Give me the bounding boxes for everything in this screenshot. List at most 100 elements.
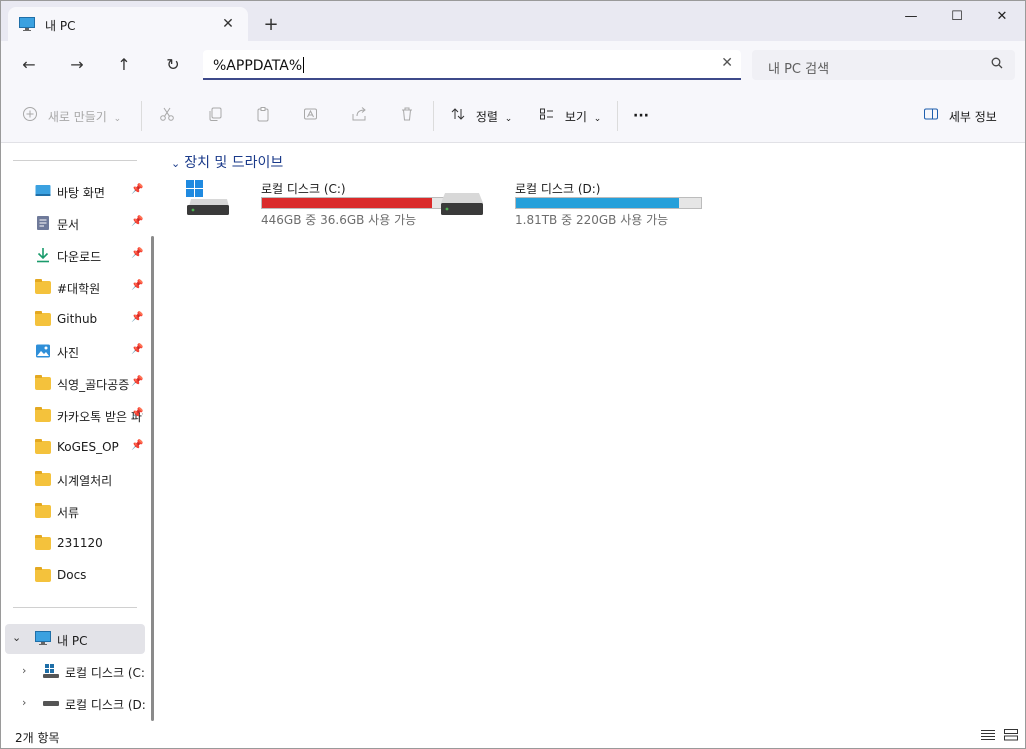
folder-icon xyxy=(35,471,51,487)
tiles-view-button[interactable] xyxy=(1004,729,1018,744)
search-box[interactable]: 내 PC 검색 xyxy=(752,50,1015,80)
folder-icon xyxy=(35,503,51,519)
chevron-down-icon: ⌄ xyxy=(593,113,602,124)
search-icon xyxy=(991,57,1003,73)
details-view-button[interactable] xyxy=(981,729,995,744)
delete-button[interactable] xyxy=(399,106,415,126)
new-tab-button[interactable]: + xyxy=(258,12,284,38)
pin-icon: 📌 xyxy=(131,184,144,195)
forward-button[interactable]: → xyxy=(61,51,93,79)
sidebar-item-pictures[interactable]: 사진 📌 xyxy=(1,336,146,366)
chevron-right-icon[interactable]: › xyxy=(22,696,26,709)
details-pane-button[interactable]: 세부 정보 xyxy=(923,106,997,126)
sidebar-item-drive-c[interactable]: › 로컬 디스크 (C:) xyxy=(1,656,146,686)
new-button[interactable]: 새로 만들기 ⌄ xyxy=(22,106,121,126)
divider xyxy=(13,160,137,161)
refresh-button[interactable]: ↻ xyxy=(157,51,189,79)
search-input[interactable]: 내 PC 검색 xyxy=(768,58,829,77)
sidebar-item-time-series[interactable]: 시계열처리 xyxy=(1,464,146,494)
drive-free-space: 1.81TB 중 220GB 사용 가능 xyxy=(515,213,669,227)
sidebar-item-github[interactable]: Github 📌 xyxy=(1,304,146,334)
up-button[interactable]: ↑ xyxy=(108,51,140,79)
address-bar[interactable]: %APPDATA% ✕ xyxy=(203,50,741,80)
view-label: 보기 xyxy=(564,109,587,124)
divider xyxy=(433,101,434,131)
pin-icon: 📌 xyxy=(131,344,144,355)
sidebar-item-documents-folder[interactable]: 서류 xyxy=(1,496,146,526)
sidebar-item-documents[interactable]: 문서 📌 xyxy=(1,208,146,238)
sort-button[interactable]: 정렬 ⌄ xyxy=(450,106,512,126)
view-button[interactable]: 보기 ⌄ xyxy=(539,106,601,126)
chevron-down-icon: ⌄ xyxy=(504,113,513,124)
sidebar-item-kakaotalk-files[interactable]: 카카오톡 받은 파일 📌 xyxy=(1,400,146,430)
pin-icon: 📌 xyxy=(131,248,144,259)
pictures-icon xyxy=(35,343,51,359)
drive-free-space: 446GB 중 36.6GB 사용 가능 xyxy=(261,213,417,227)
rename-button[interactable] xyxy=(303,106,319,126)
sidebar-scrollbar[interactable] xyxy=(151,236,154,721)
pin-icon: 📌 xyxy=(131,440,144,451)
details-view-icon xyxy=(981,730,995,744)
drive-icon xyxy=(43,695,59,711)
back-button[interactable]: ← xyxy=(13,51,45,79)
address-input[interactable]: %APPDATA% xyxy=(213,57,305,74)
details-label: 세부 정보 xyxy=(948,109,997,124)
sidebar-item-desktop[interactable]: 바탕 화면 📌 xyxy=(1,176,146,206)
new-label: 새로 만들기 xyxy=(47,109,107,124)
monitor-icon xyxy=(19,17,35,34)
pin-icon: 📌 xyxy=(131,408,144,419)
sidebar-item-downloads[interactable]: 다운로드 📌 xyxy=(1,240,146,270)
divider xyxy=(617,101,618,131)
folder-icon xyxy=(35,311,51,327)
scissors-icon xyxy=(159,106,175,128)
sidebar-item-drive-d[interactable]: › 로컬 디스크 (D:) xyxy=(1,688,146,718)
chevron-down-icon[interactable]: ⌄ xyxy=(12,631,21,644)
folder-icon xyxy=(35,407,51,423)
tab-close-button[interactable]: ✕ xyxy=(216,12,240,36)
folder-icon xyxy=(35,439,51,455)
copy-button[interactable] xyxy=(207,106,223,126)
drive-name: 로컬 디스크 (D:) xyxy=(515,182,601,196)
more-options-button[interactable]: ··· xyxy=(633,106,649,126)
sidebar-item-docs[interactable]: Docs xyxy=(1,560,146,590)
windows-drive-icon xyxy=(185,179,231,220)
group-header-devices[interactable]: ⌄ 장치 및 드라이브 xyxy=(171,152,283,172)
divider xyxy=(141,101,142,131)
folder-icon xyxy=(35,279,51,295)
cut-button[interactable] xyxy=(159,106,175,126)
details-pane-icon xyxy=(923,106,939,128)
plus-circle-icon xyxy=(22,106,38,128)
sidebar-item-graduate[interactable]: #대학원 📌 xyxy=(1,272,146,302)
folder-icon xyxy=(35,535,51,551)
sidebar-item-this-pc[interactable]: ⌄ 내 PC xyxy=(5,624,145,654)
storage-bar-fill xyxy=(262,198,432,208)
drive-item-d[interactable]: 로컬 디스크 (D:) 1.81TB 중 220GB 사용 가능 xyxy=(439,179,702,229)
copy-icon xyxy=(207,106,223,128)
close-window-button[interactable]: ✕ xyxy=(979,1,1025,33)
chevron-right-icon[interactable]: › xyxy=(22,664,26,677)
sidebar-item-koges-op[interactable]: KoGES_OP 📌 xyxy=(1,432,146,462)
paste-button[interactable] xyxy=(255,106,271,126)
trash-icon xyxy=(399,106,415,128)
folder-icon xyxy=(35,375,51,391)
desktop-icon xyxy=(35,183,51,199)
clear-address-button[interactable]: ✕ xyxy=(721,55,733,71)
chevron-down-icon: ⌄ xyxy=(113,113,122,124)
minimize-button[interactable]: — xyxy=(888,1,934,33)
text-caret xyxy=(303,57,305,73)
sidebar-item-231120[interactable]: 231120 xyxy=(1,528,146,558)
pin-icon: 📌 xyxy=(131,312,144,323)
chevron-down-icon: ⌄ xyxy=(171,157,181,170)
share-button[interactable] xyxy=(351,106,367,126)
monitor-icon xyxy=(35,631,51,647)
drive-item-c[interactable]: 로컬 디스크 (C:) 446GB 중 36.6GB 사용 가능 xyxy=(185,179,448,229)
clipboard-icon xyxy=(255,106,271,128)
pin-icon: 📌 xyxy=(131,376,144,387)
storage-bar xyxy=(515,197,702,209)
share-icon xyxy=(351,106,367,128)
address-row: ← → ↑ ↻ %APPDATA% ✕ 내 PC 검색 xyxy=(1,41,1025,89)
sidebar-item-food-osteoporosis[interactable]: 식영_골다공증 📌 xyxy=(1,368,146,398)
maximize-button[interactable]: ☐ xyxy=(934,1,980,33)
tab-this-pc[interactable]: 내 PC ✕ xyxy=(8,7,248,41)
content-pane: ⌄ 장치 및 드라이브 로컬 디스크 (C:) 446GB 중 36.6GB 사용… xyxy=(161,143,1025,726)
